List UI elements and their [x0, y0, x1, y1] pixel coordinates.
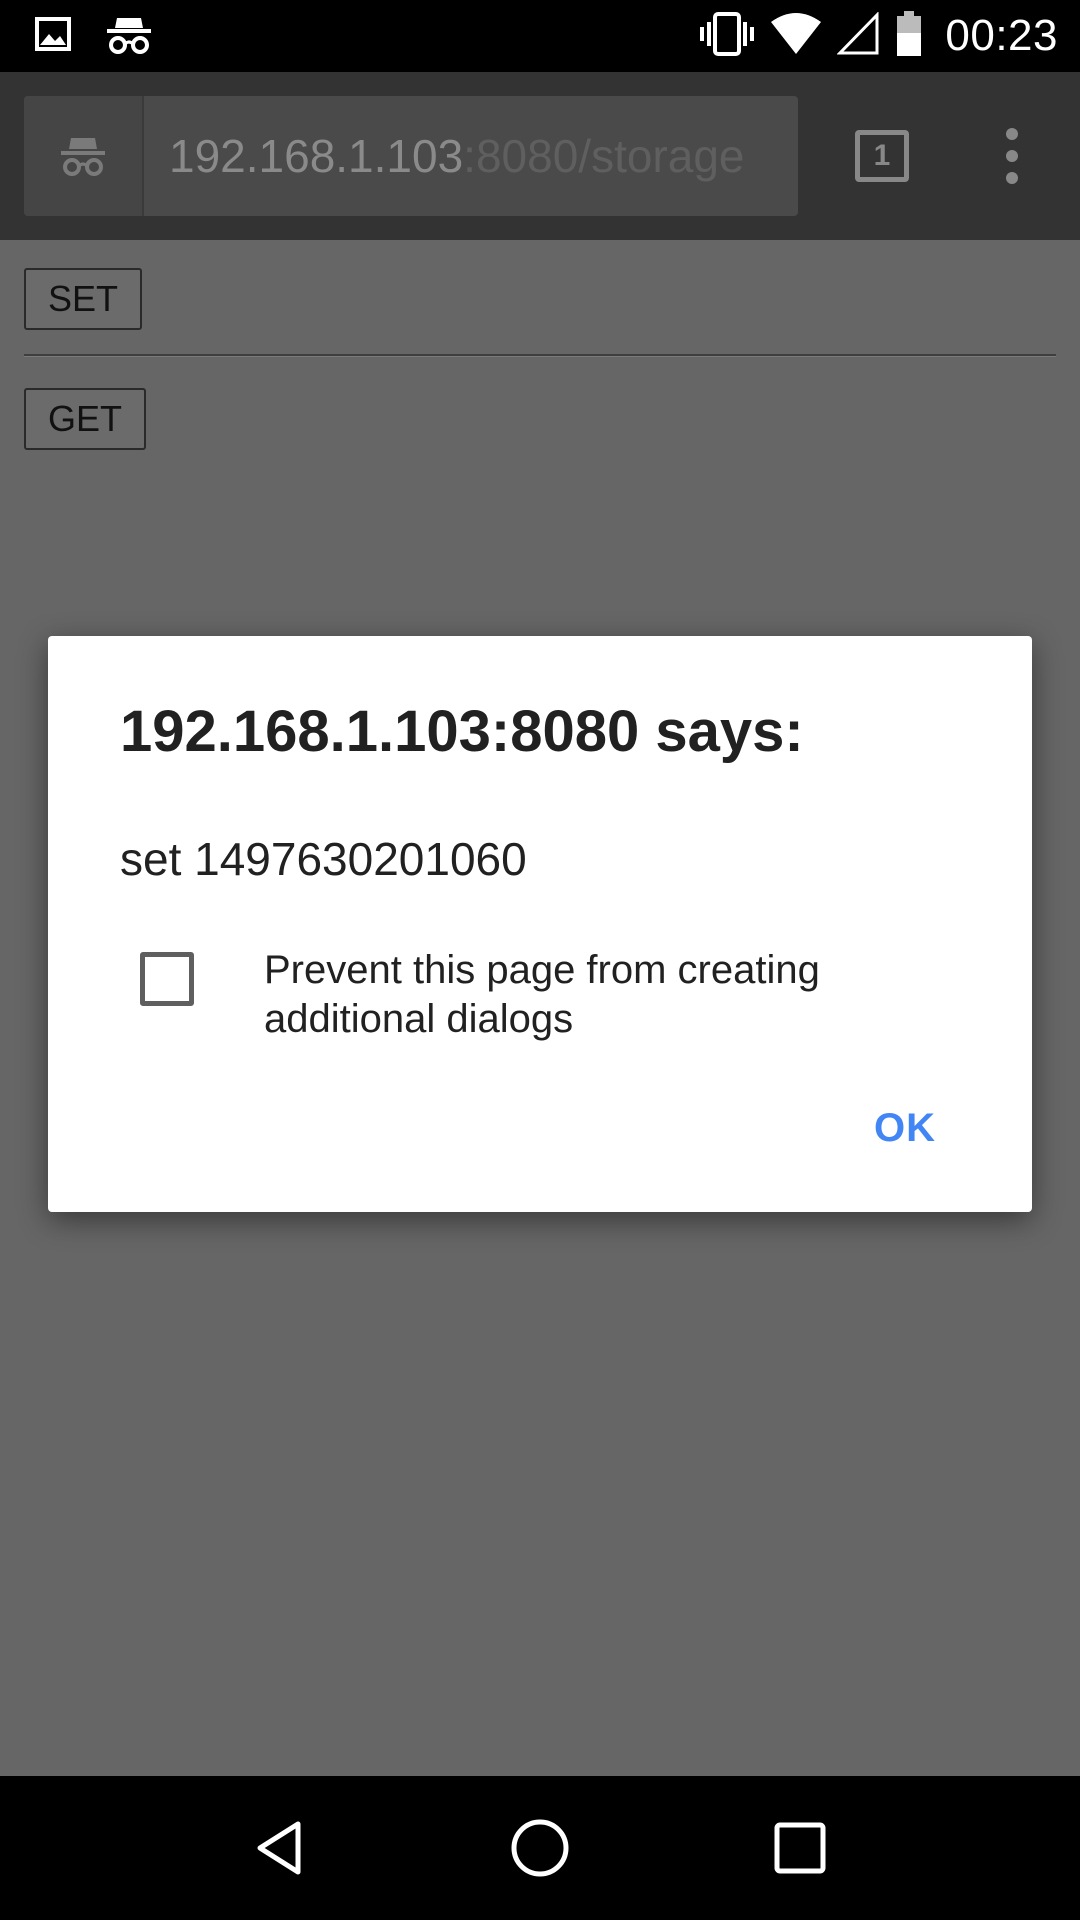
ok-button[interactable]: OK: [874, 1106, 936, 1151]
url-text[interactable]: 192.168.1.103:8080/storage: [169, 96, 798, 216]
signal-icon: [836, 10, 881, 61]
suppress-dialogs-label[interactable]: Prevent this page from creating addition…: [264, 946, 964, 1044]
navigation-bar: [0, 1776, 1080, 1920]
phone-screen: 00:23 192.168.1.103:8080/storage 1 SET G…: [0, 0, 1080, 1920]
back-icon[interactable]: [240, 1808, 320, 1888]
omnibox[interactable]: 192.168.1.103:8080/storage: [24, 96, 798, 216]
alert-dialog: 192.168.1.103:8080 says: set 14976302010…: [48, 636, 1032, 1212]
recents-icon[interactable]: [760, 1808, 840, 1888]
dialog-title: 192.168.1.103:8080 says:: [120, 699, 804, 764]
overflow-menu-icon[interactable]: [1000, 128, 1024, 184]
status-time: 00:23: [945, 11, 1058, 60]
browser-toolbar: 192.168.1.103:8080/storage 1: [0, 72, 1080, 240]
status-bar: 00:23: [0, 0, 1080, 72]
vibrate-icon: [699, 11, 755, 61]
home-icon[interactable]: [500, 1808, 580, 1888]
status-right-icons: 00:23: [685, 10, 1058, 62]
wifi-icon: [769, 12, 823, 61]
get-button[interactable]: GET: [24, 388, 147, 450]
image-icon: [35, 16, 71, 56]
status-left-icons: [35, 14, 187, 59]
battery-icon: [895, 10, 923, 62]
dialog-message: set 1497630201060: [120, 833, 527, 885]
tab-switcher-button[interactable]: 1: [855, 130, 909, 182]
url-path: :8080/storage: [463, 130, 745, 182]
url-host: 192.168.1.103: [169, 130, 464, 182]
suppress-dialogs-checkbox[interactable]: [140, 952, 194, 1006]
horizontal-divider: [24, 354, 1056, 357]
omnibox-incognito-icon: [24, 96, 144, 216]
incognito-icon: [105, 14, 153, 59]
set-button[interactable]: SET: [24, 268, 143, 330]
